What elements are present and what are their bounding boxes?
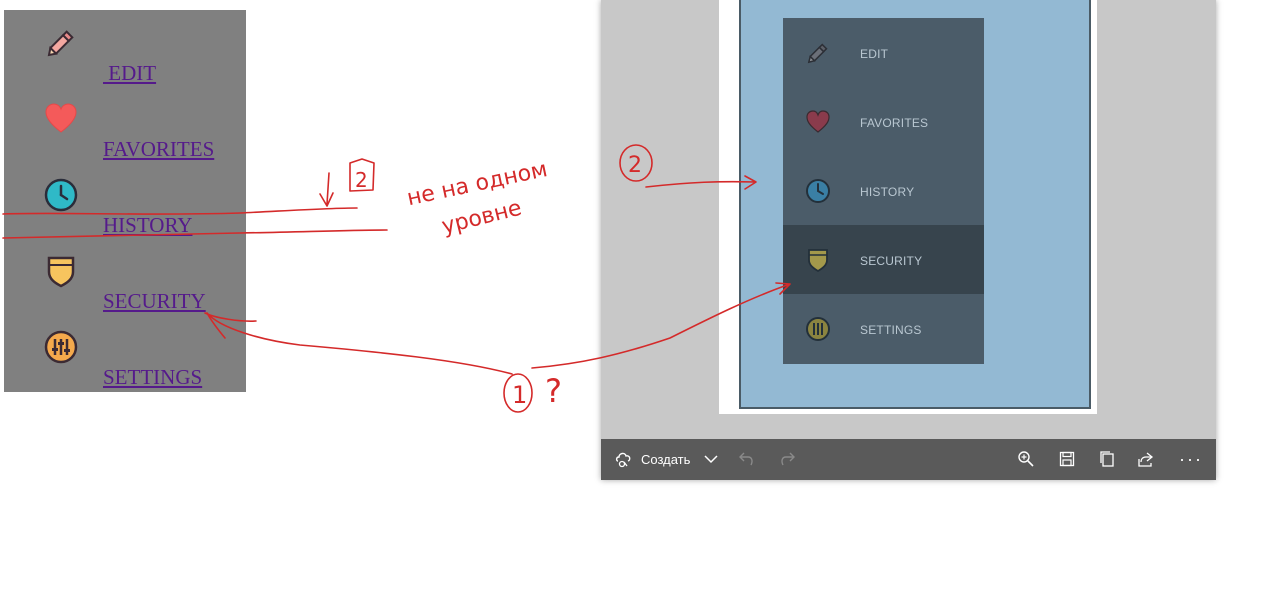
save-button[interactable]: [1058, 448, 1076, 470]
left-menu-link-edit[interactable]: EDIT: [103, 61, 156, 86]
undo-button[interactable]: [738, 448, 756, 470]
left-menu-item-security: SECURITY: [4, 238, 246, 314]
reference-menu-item-edit: EDIT: [783, 18, 984, 87]
share-button[interactable]: [1137, 448, 1155, 470]
left-menu-link-history[interactable]: HISTORY: [103, 213, 192, 238]
more-button[interactable]: ···: [1179, 448, 1203, 470]
reference-menu-label: HISTORY: [860, 185, 915, 199]
redo-icon: [781, 452, 795, 466]
more-icon: ···: [1179, 449, 1203, 469]
pencil-icon: [47, 30, 74, 57]
create-dropdown-button[interactable]: [703, 448, 719, 470]
create-label: Создать: [641, 451, 691, 467]
undo-icon: [739, 452, 753, 466]
reference-menu-item-settings: SETTINGS: [783, 294, 984, 363]
annotation-text-group: не на одном уровне 2 2 1 ?: [355, 153, 642, 410]
annotation-note-line2: уровне: [439, 196, 524, 240]
annotation-marker-2-box: 2: [355, 168, 368, 192]
shield-icon: [808, 249, 828, 273]
copy-icon: [1100, 451, 1114, 467]
sliders-icon: [44, 330, 78, 364]
annotation-arrow-left-security: [204, 312, 513, 375]
heart-icon: [806, 110, 830, 133]
reference-menu-panel: EDIT FAVORITES HISTORY SECURITY SETTINGS: [783, 18, 984, 364]
annotation-circle-1: [503, 373, 533, 413]
left-menu-item-settings: SETTINGS: [4, 314, 246, 390]
create-button[interactable]: Создать: [615, 448, 690, 470]
image-viewer-window: EDIT FAVORITES HISTORY SECURITY SETTINGS…: [601, 0, 1216, 480]
annotation-arrow-down: [319, 172, 334, 207]
reference-menu-label: EDIT: [860, 47, 889, 61]
annotation-question: ?: [545, 372, 562, 410]
share-icon: [1138, 452, 1154, 467]
reference-menu-item-favorites: FAVORITES: [783, 87, 984, 156]
reference-menu-label: SETTINGS: [860, 323, 922, 337]
sliders-icon: [806, 317, 830, 341]
reference-menu-item-security: SECURITY: [783, 225, 984, 294]
viewer-toolbar: Создать ···: [601, 439, 1216, 480]
copy-button[interactable]: [1098, 448, 1116, 470]
annotation-box-2: [349, 158, 375, 192]
heart-icon: [45, 103, 77, 133]
reference-menu-label: SECURITY: [860, 254, 923, 268]
annotation-note-line1: не на одном: [405, 157, 550, 211]
clock-icon: [44, 178, 78, 212]
left-menu-panel: EDIT FAVORITES HISTORY SECURITY SETTINGS: [4, 10, 246, 392]
save-icon: [1059, 451, 1075, 467]
chevron-down-icon: [704, 455, 718, 464]
reference-menu-label: FAVORITES: [860, 116, 929, 130]
left-menu-link-settings[interactable]: SETTINGS: [103, 365, 202, 390]
clock-icon: [806, 179, 830, 203]
shield-icon: [47, 256, 75, 288]
zoom-in-icon: [1018, 451, 1034, 467]
left-menu-link-security[interactable]: SECURITY: [103, 289, 206, 314]
annotation-marker-1: 1: [512, 381, 527, 409]
left-menu-item-history: HISTORY: [4, 162, 246, 238]
left-menu-item-favorites: FAVORITES: [4, 86, 246, 162]
reference-menu-item-history: HISTORY: [783, 156, 984, 225]
left-menu-item-edit: EDIT: [4, 10, 246, 86]
left-menu-link-favorites[interactable]: FAVORITES: [103, 137, 214, 162]
zoom-in-button[interactable]: [1017, 448, 1035, 470]
pencil-icon: [807, 43, 828, 64]
redo-button[interactable]: [778, 448, 796, 470]
create-icon: [615, 452, 631, 468]
reference-page-frame: EDIT FAVORITES HISTORY SECURITY SETTINGS: [739, 0, 1091, 409]
viewer-image-canvas: EDIT FAVORITES HISTORY SECURITY SETTINGS: [719, 0, 1097, 414]
